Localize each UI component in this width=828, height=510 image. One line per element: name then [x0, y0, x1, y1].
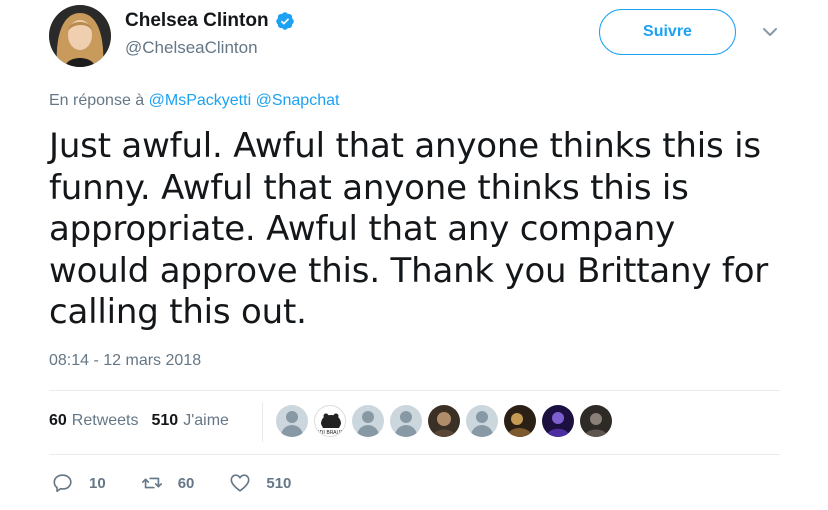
likes-label: J'aime — [183, 412, 229, 429]
retweets-stat[interactable]: 60 Retweets — [49, 412, 139, 430]
mention-link[interactable]: @Snapchat — [256, 92, 340, 109]
retweets-count: 60 — [49, 412, 67, 429]
bear-logo-icon: IDI BRAUN — [318, 413, 344, 436]
like-count: 510 — [266, 474, 292, 492]
liker-avatar-photo[interactable] — [580, 405, 612, 437]
retweet-icon — [141, 477, 162, 489]
liker-avatars: IDI BRAUN — [276, 405, 618, 437]
reply-context: En réponse à @MsPackyetti @Snapchat — [49, 92, 339, 110]
liker-avatar-default[interactable] — [352, 405, 384, 437]
liker-avatar-default[interactable] — [466, 405, 498, 437]
svg-text:IDI BRAUN: IDI BRAUN — [318, 430, 344, 436]
liker-avatar-default[interactable] — [276, 405, 308, 437]
profile-photo — [432, 412, 456, 437]
likes-count: 510 — [151, 412, 179, 429]
author-name[interactable]: Chelsea Clinton — [125, 10, 269, 32]
engagement-stats: 60 Retweets 510 J'aime — [49, 412, 229, 430]
profile-photo — [49, 5, 111, 67]
liker-avatar-photo[interactable] — [428, 405, 460, 437]
liker-avatar-logo[interactable]: IDI BRAUN — [314, 405, 346, 437]
liker-avatar-photo[interactable] — [504, 405, 536, 437]
retweet-button[interactable]: 60 — [141, 472, 195, 494]
reply-prefix: En réponse à — [49, 92, 145, 109]
tweet-text: Just awful. Awful that anyone thinks thi… — [49, 126, 769, 332]
retweet-count: 60 — [177, 474, 195, 492]
profile-photo — [546, 412, 570, 437]
reply-count: 10 — [89, 474, 106, 492]
author-avatar[interactable] — [49, 5, 111, 67]
tweet-actions: 10 60 510 — [52, 472, 326, 494]
follow-button[interactable]: Suivre — [599, 9, 736, 55]
profile-photo — [506, 413, 534, 437]
author-name-row[interactable]: Chelsea Clinton — [125, 10, 295, 32]
divider — [49, 390, 780, 391]
liker-avatar-default[interactable] — [390, 405, 422, 437]
likes-stat[interactable]: 510 J'aime — [152, 412, 229, 430]
stats-separator — [262, 402, 263, 442]
reply-icon — [53, 474, 72, 493]
like-button[interactable]: 510 — [229, 472, 291, 494]
chevron-down-icon[interactable] — [760, 22, 780, 42]
mention-link[interactable]: @MsPackyetti — [149, 92, 251, 109]
divider — [49, 454, 780, 455]
reply-button[interactable]: 10 — [52, 472, 106, 494]
verified-badge-icon — [275, 11, 295, 31]
heart-icon — [230, 474, 250, 492]
profile-photo — [584, 413, 608, 437]
liker-avatar-photo[interactable] — [542, 405, 574, 437]
tweet-timestamp[interactable]: 08:14 - 12 mars 2018 — [49, 352, 201, 370]
retweets-label: Retweets — [71, 412, 139, 429]
author-handle[interactable]: @ChelseaClinton — [125, 38, 258, 58]
